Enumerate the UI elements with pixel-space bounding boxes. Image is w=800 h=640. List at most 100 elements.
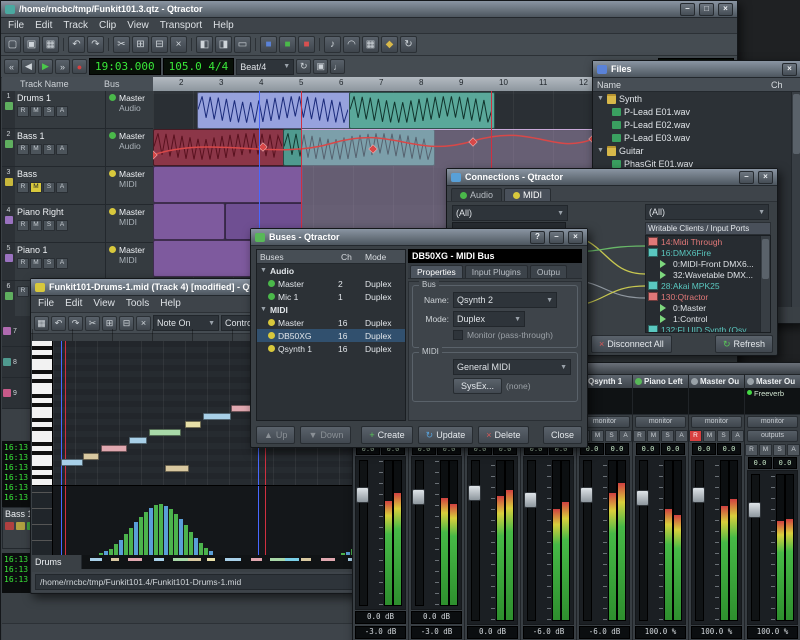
monitor-button[interactable]: monitor bbox=[635, 416, 686, 428]
track-name-cell[interactable]: Piano 1RMSA bbox=[15, 243, 106, 280]
track-a-button[interactable]: A bbox=[56, 220, 68, 231]
input-filter-combo[interactable]: (All)▼ bbox=[645, 204, 769, 220]
clip-green-icon[interactable]: ■ bbox=[279, 36, 296, 53]
velocity-bar[interactable] bbox=[189, 532, 193, 556]
midi-menu-view[interactable]: View bbox=[93, 298, 115, 310]
monitor-button[interactable]: monitor bbox=[691, 416, 742, 428]
maximize-button[interactable]: □ bbox=[699, 3, 714, 16]
track-name-cell[interactable]: Bass 1RMSA bbox=[15, 129, 106, 166]
midi-note[interactable] bbox=[101, 445, 127, 452]
fader-slot[interactable] bbox=[415, 460, 424, 606]
track-row[interactable]: 3BassRMSAMasterMIDI bbox=[2, 167, 153, 205]
gain-value-display[interactable]: 100.0 % bbox=[635, 626, 686, 639]
midi-clip-bass[interactable] bbox=[153, 166, 303, 203]
fader-slot[interactable] bbox=[527, 460, 536, 621]
menu-file[interactable]: File bbox=[8, 20, 24, 31]
connection-item[interactable]: 0:MIDI-Front DMX6... bbox=[646, 258, 770, 269]
automation-curve[interactable] bbox=[153, 131, 593, 167]
track-bus-cell[interactable]: MasterMIDI bbox=[106, 205, 153, 242]
metronome-icon[interactable]: ♩ bbox=[330, 59, 345, 74]
track-s-button[interactable]: S bbox=[43, 106, 55, 117]
track-name-cell[interactable]: Piano RightRMSA bbox=[15, 205, 106, 242]
buses-help-button[interactable]: ? bbox=[530, 231, 545, 244]
rewind-start-icon[interactable]: « bbox=[4, 59, 19, 74]
connection-item[interactable]: 16:DMX6Fire bbox=[646, 247, 770, 258]
track-name-cell[interactable]: BassRMSA bbox=[15, 167, 106, 204]
strip-plugin-list[interactable] bbox=[689, 388, 744, 415]
tab-midi[interactable]: MIDI bbox=[504, 188, 551, 201]
track-s-button[interactable]: S bbox=[43, 258, 55, 269]
track-a-button[interactable]: A bbox=[56, 106, 68, 117]
mixer-strip-header[interactable]: Piano Left bbox=[633, 375, 688, 388]
buses-titlebar[interactable]: Buses - Qtractor ? – × bbox=[251, 229, 587, 246]
connections-scrollbar[interactable] bbox=[760, 236, 770, 332]
buses-list[interactable]: Buses Ch Mode ▼AudioMaster2DuplexMic 11D… bbox=[256, 249, 406, 421]
files-scrollbar[interactable] bbox=[791, 92, 800, 307]
track-a-button[interactable]: A bbox=[56, 258, 68, 269]
velocity-bar[interactable] bbox=[174, 514, 178, 556]
fader-slot[interactable] bbox=[695, 460, 704, 621]
connection-item[interactable]: 14:Midi Through bbox=[646, 236, 770, 247]
record-icon[interactable]: ● bbox=[72, 59, 87, 74]
monitor-button[interactable]: monitor bbox=[747, 416, 798, 428]
gain-value-display[interactable]: 0.0 dB bbox=[467, 626, 518, 639]
connection-item[interactable]: 28:Akai MPK25 bbox=[646, 280, 770, 291]
bus-row[interactable]: ▼Audio bbox=[257, 264, 405, 277]
audio-clip-drums-b[interactable] bbox=[349, 92, 495, 129]
track-r-button[interactable]: R bbox=[17, 144, 29, 155]
fader-handle[interactable] bbox=[412, 489, 425, 505]
velocity-bar[interactable] bbox=[179, 519, 183, 556]
menu-track[interactable]: Track bbox=[63, 20, 88, 31]
clip-red-icon[interactable]: ■ bbox=[298, 36, 315, 53]
midi-note[interactable] bbox=[203, 413, 231, 420]
close-button[interactable]: × bbox=[718, 3, 733, 16]
track-row[interactable]: 1Drums 1RMSAMasterAudio bbox=[2, 91, 153, 129]
fader-handle[interactable] bbox=[580, 487, 593, 503]
up-button[interactable]: ▲Up bbox=[256, 426, 295, 444]
midi-menu-file[interactable]: File bbox=[38, 298, 54, 310]
snap-combo[interactable]: Beat/4 ▼ bbox=[236, 59, 294, 75]
track-m-button[interactable]: M bbox=[30, 258, 42, 269]
down-button[interactable]: ▼Down bbox=[300, 426, 351, 444]
track-bus-cell[interactable]: MasterMIDI bbox=[106, 243, 153, 280]
track-r-button[interactable]: R bbox=[17, 220, 29, 231]
strip-s-button[interactable]: S bbox=[717, 430, 730, 442]
menu-help[interactable]: Help bbox=[213, 20, 234, 31]
connections-minimize-button[interactable]: – bbox=[739, 171, 754, 184]
delete-icon[interactable]: × bbox=[170, 36, 187, 53]
mixer-strip-header[interactable]: Master Ou bbox=[689, 375, 744, 388]
sysex-button[interactable]: SysEx... bbox=[453, 378, 502, 394]
buses-close-button[interactable]: × bbox=[568, 231, 583, 244]
mixer-strip-header[interactable]: Master Ou bbox=[745, 375, 800, 388]
audio-track-icon[interactable]: ◠ bbox=[343, 36, 360, 53]
gain-value-display[interactable]: 100.0 % bbox=[691, 626, 742, 639]
strip-r-button[interactable]: R bbox=[689, 430, 702, 442]
fader-slot[interactable] bbox=[359, 460, 368, 606]
input-ports-list[interactable]: 14:Midi Through16:DMX6Fire0:MIDI-Front D… bbox=[645, 235, 771, 333]
copy-icon[interactable]: ⊞ bbox=[132, 36, 149, 53]
gain-value-display[interactable]: -3.0 dB bbox=[355, 626, 406, 639]
select-mode-icon[interactable]: ◧ bbox=[196, 36, 213, 53]
velocity-bar[interactable] bbox=[134, 522, 138, 556]
track-row-collapsed[interactable]: 7 bbox=[2, 316, 30, 347]
strip-a-button[interactable]: A bbox=[619, 430, 632, 442]
track-a-button[interactable]: A bbox=[56, 182, 68, 193]
velocity-bar[interactable] bbox=[194, 538, 198, 556]
connection-item[interactable]: 32:Wavetable DMX... bbox=[646, 269, 770, 280]
buses-minimize-button[interactable]: – bbox=[549, 231, 564, 244]
bus-row[interactable]: Mic 11Duplex bbox=[257, 290, 405, 303]
bus-row[interactable]: Master2Duplex bbox=[257, 277, 405, 290]
bus-row[interactable]: Master16Duplex bbox=[257, 316, 405, 329]
strip-m-button[interactable]: M bbox=[759, 444, 772, 456]
loop-toggle-icon[interactable]: ↻ bbox=[296, 59, 311, 74]
close-button[interactable]: Close bbox=[543, 426, 582, 444]
monitor-checkbox[interactable] bbox=[453, 330, 463, 340]
gain-display[interactable]: 0.0 dB bbox=[411, 611, 462, 624]
bus-row[interactable]: ▼MIDI bbox=[257, 303, 405, 316]
main-titlebar[interactable]: /home/rncbc/tmp/Funkit101.3.qtz - Qtract… bbox=[1, 1, 737, 18]
menu-transport[interactable]: Transport bbox=[160, 20, 202, 31]
bus-row[interactable]: Qsynth 116Duplex bbox=[257, 342, 405, 355]
refresh-button[interactable]: ↻ Refresh bbox=[715, 335, 773, 353]
audio-clip-drums-a[interactable] bbox=[197, 92, 351, 129]
connection-item[interactable]: 0:Master bbox=[646, 302, 770, 313]
